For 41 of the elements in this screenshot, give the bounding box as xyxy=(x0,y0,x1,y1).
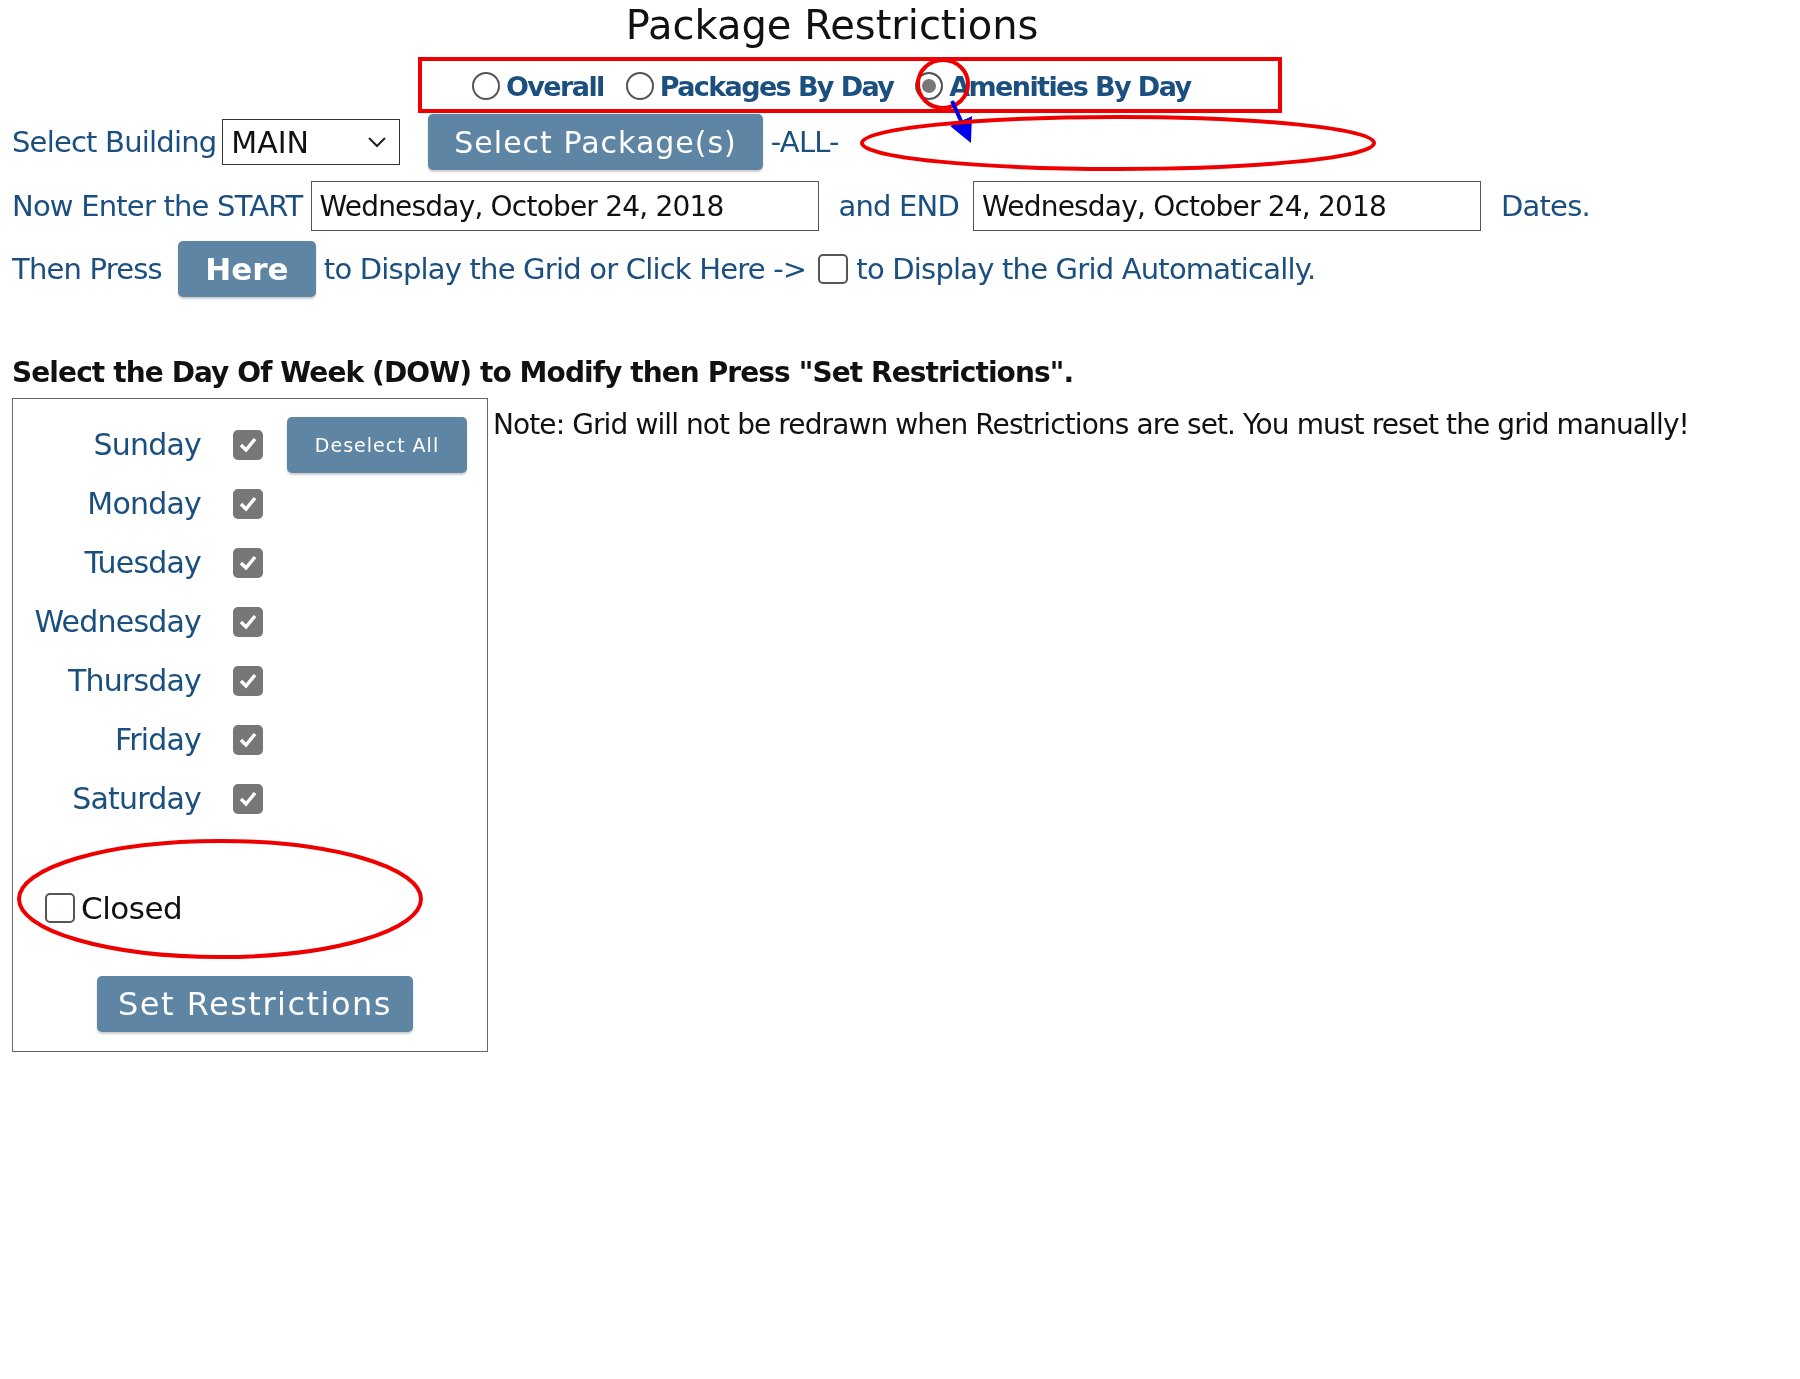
then-press-label: Then Press xyxy=(12,252,162,286)
dates-label: Dates. xyxy=(1501,189,1590,223)
day-checkbox[interactable] xyxy=(233,724,263,755)
day-checkbox[interactable] xyxy=(233,606,263,637)
mode-label: Packages By Day xyxy=(659,70,894,102)
building-select[interactable]: MAIN xyxy=(222,119,401,165)
here-button[interactable]: Here xyxy=(177,241,316,297)
start-label: Now Enter the START xyxy=(12,189,303,223)
day-label: Sunday xyxy=(92,427,201,462)
day-label: Saturday xyxy=(71,781,201,816)
auto-display-text: to Display the Grid Automatically. xyxy=(856,252,1316,286)
closed-checkbox[interactable] xyxy=(45,893,75,923)
day-label: Wednesday xyxy=(33,604,201,639)
auto-display-checkbox[interactable] xyxy=(818,254,849,284)
mode-radio[interactable] xyxy=(625,72,654,100)
display-grid-text: to Display the Grid or Click Here -> xyxy=(323,252,807,286)
day-label: Thursday xyxy=(66,663,201,698)
day-checkbox[interactable] xyxy=(233,429,263,460)
select-packages-button[interactable]: Select Package(s) xyxy=(428,114,763,170)
start-date-field[interactable]: Wednesday, October 24, 2018 xyxy=(310,181,819,231)
page-title: Package Restrictions xyxy=(624,1,1040,48)
packages-value: -ALL- xyxy=(770,125,839,159)
mode-radio[interactable] xyxy=(472,72,500,100)
pointer-arrow xyxy=(950,100,972,143)
end-date-field[interactable]: Wednesday, October 24, 2018 xyxy=(973,181,1482,231)
closed-label: Closed xyxy=(81,890,183,926)
set-restrictions-button[interactable]: Set Restrictions xyxy=(97,976,413,1032)
day-checkbox[interactable] xyxy=(233,547,263,578)
end-label: and END xyxy=(838,189,960,223)
day-label: Friday xyxy=(113,722,201,757)
chevron-down-icon xyxy=(367,136,388,148)
day-checkbox[interactable] xyxy=(233,488,263,519)
day-checkbox[interactable] xyxy=(233,783,263,814)
note-text: Note: Grid will not be redrawn when Restrictions are set. You must reset the grid manually! xyxy=(493,408,1689,441)
building-label: Select Building xyxy=(12,125,217,159)
day-label: Tuesday xyxy=(83,545,201,580)
day-label: Monday xyxy=(86,486,201,521)
deselect-all-button[interactable]: Deselect All xyxy=(287,416,467,473)
day-checkbox[interactable] xyxy=(233,665,263,696)
mode-label: Overall xyxy=(506,70,604,102)
dow-heading: Select the Day Of Week (DOW) to Modify then Press "Set Restrictions". xyxy=(12,356,1075,391)
